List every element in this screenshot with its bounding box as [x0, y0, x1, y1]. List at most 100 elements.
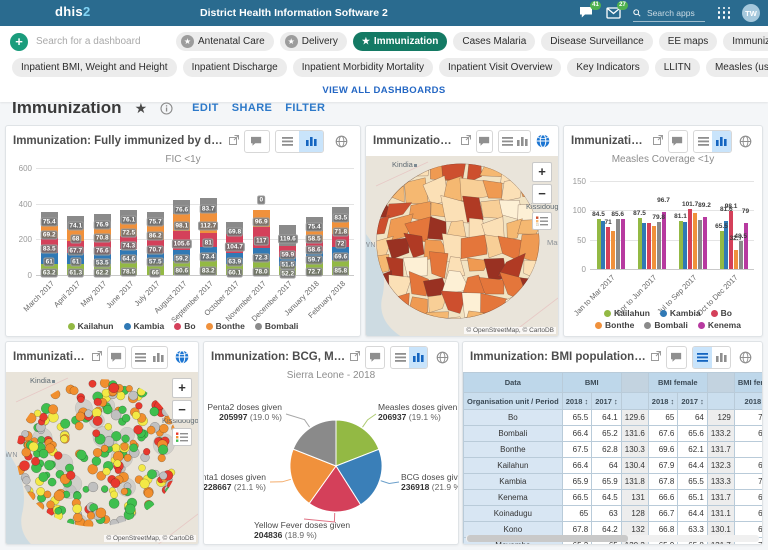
view-as-table-button[interactable]	[694, 131, 712, 152]
measles-dot-map[interactable]: Kindia FREETOWN Kissidougou + − © OpenSt…	[6, 372, 198, 544]
view-as-table-button[interactable]	[132, 347, 150, 368]
value-cell: 133.2	[707, 426, 734, 442]
table-sort-header[interactable]: 2017 ↕	[592, 393, 622, 410]
chart-chat-button[interactable]	[668, 130, 688, 153]
inbox-icon[interactable]: 27	[606, 6, 622, 20]
dashboard-chip-cases-malaria[interactable]: Cases Malaria	[453, 32, 535, 51]
dashboard-chip-ee-maps[interactable]: EE maps	[659, 32, 718, 51]
chart-chat-button[interactable]	[107, 346, 127, 369]
messages-icon[interactable]: 41	[579, 6, 595, 20]
table-sort-header[interactable]: 2018 ↕	[734, 393, 762, 410]
view-as-map-button[interactable]	[173, 347, 191, 368]
open-in-app-icon[interactable]	[350, 348, 360, 366]
view-as-chart-button[interactable]	[515, 131, 530, 152]
table-scrollbar-thumb[interactable]	[467, 535, 628, 542]
map-zoom-out-button[interactable]: −	[532, 184, 552, 204]
view-all-dashboards-link[interactable]: VIEW ALL DASHBOARDS	[0, 84, 768, 102]
legend-item-bo[interactable]: Bo	[711, 308, 732, 318]
map-zoom-in-button[interactable]: +	[532, 162, 552, 182]
apps-search[interactable]	[633, 4, 705, 22]
chart-chat-button[interactable]	[244, 130, 270, 153]
info-icon[interactable]	[160, 102, 173, 115]
map-zoom-out-button[interactable]: −	[172, 400, 192, 420]
open-in-app-icon[interactable]	[229, 132, 239, 150]
chart-chat-button[interactable]	[666, 346, 687, 369]
legend-item-kailahun[interactable]: Kailahun	[68, 321, 114, 331]
dashboard-chip-llitn[interactable]: LLITN	[655, 58, 700, 77]
bar-label: 61.3	[67, 269, 84, 278]
table-sort-header[interactable]: 2018 ↕	[648, 393, 678, 410]
filter-button[interactable]: FILTER	[285, 102, 325, 114]
table-group-header[interactable]: Data	[464, 373, 563, 393]
open-in-app-icon[interactable]	[461, 132, 471, 150]
table-sort-header[interactable]: Organisation unit / Period	[464, 393, 563, 410]
map-legend-button[interactable]	[172, 428, 192, 446]
dashboard-chip-antenatal-care[interactable]: ★Antenatal Care	[176, 32, 274, 51]
bar-label: 84.5	[592, 211, 605, 218]
dashboard-chip-delivery[interactable]: ★Delivery	[280, 32, 347, 51]
bar-label: 73.4	[200, 253, 217, 262]
share-button[interactable]: SHARE	[232, 102, 273, 114]
dhis2-logo[interactable]: dhis2	[55, 4, 90, 19]
dot-map-svg	[6, 372, 198, 544]
legend-item-bombali[interactable]: Bombali	[255, 321, 299, 331]
map-zoom-in-button[interactable]: +	[172, 378, 192, 398]
map-legend-button[interactable]	[532, 212, 552, 230]
dashboard-chip-inpatient-bmi-weight-and-height[interactable]: Inpatient BMI, Weight and Height	[12, 58, 177, 77]
table-group-header[interactable]: BMI female	[648, 373, 707, 393]
legend-item-kailahun[interactable]: Kailahun	[604, 308, 650, 318]
apps-search-input[interactable]	[645, 7, 705, 19]
value-cell: 66.5	[734, 426, 762, 442]
table-scrollbar[interactable]	[466, 535, 759, 542]
legend-item-kambia[interactable]: Kambia	[660, 308, 701, 318]
open-in-app-icon[interactable]	[653, 132, 663, 150]
view-as-chart-button[interactable]	[712, 347, 731, 368]
favorite-star-icon[interactable]: ★	[135, 100, 148, 117]
view-as-map-button[interactable]	[737, 131, 755, 152]
view-as-map-button[interactable]	[433, 347, 451, 368]
view-as-chart-button[interactable]	[712, 131, 730, 152]
view-as-map-button[interactable]	[329, 131, 353, 152]
dashboard-chip-key-indicators[interactable]: Key Indicators	[567, 58, 648, 77]
legend-item-kenema[interactable]: Kenema	[698, 320, 741, 330]
dashboard-chip-measles-user-org-unit-[interactable]: Measles (user org unit)	[706, 58, 768, 77]
open-in-app-icon[interactable]	[651, 348, 661, 366]
apps-grid-icon[interactable]	[718, 7, 731, 20]
open-in-app-icon[interactable]	[92, 348, 102, 366]
chart-chat-button[interactable]	[476, 130, 493, 153]
table-group-header[interactable]: BMI female under 5 y	[734, 373, 762, 393]
dashboard-chip-disease-surveillance[interactable]: Disease Surveillance	[541, 32, 652, 51]
edit-button[interactable]: EDIT	[192, 102, 219, 114]
view-as-map-button[interactable]	[736, 347, 755, 368]
dashboard-chip-inpatient-morbidity-mortality[interactable]: Inpatient Morbidity Mortality	[293, 58, 433, 77]
avatar[interactable]: TW	[742, 4, 760, 22]
legend-item-bo[interactable]: Bo	[174, 321, 195, 331]
view-as-table-button[interactable]	[499, 131, 514, 152]
legend-item-bonthe[interactable]: Bonthe	[206, 321, 245, 331]
table-group-header[interactable]	[707, 373, 734, 393]
table-group-header[interactable]: BMI	[562, 373, 621, 393]
view-as-chart-button[interactable]	[150, 347, 168, 368]
table-sort-header[interactable]	[707, 393, 734, 410]
view-as-table-button[interactable]	[276, 131, 300, 152]
table-group-header[interactable]	[621, 373, 648, 393]
view-as-table-button[interactable]	[693, 347, 712, 368]
dashboard-chip-immunization[interactable]: ★Immunization	[353, 32, 448, 51]
table-sort-header[interactable]	[621, 393, 648, 410]
view-as-table-button[interactable]	[391, 347, 409, 368]
penta3-map[interactable]: Kindia FREETOWN Kissidougou Mamou + − © …	[366, 156, 558, 336]
legend-item-bonthe[interactable]: Bonthe	[595, 320, 634, 330]
table-sort-header[interactable]: 2018 ↕	[562, 393, 592, 410]
dashboard-chip-inpatient-discharge[interactable]: Inpatient Discharge	[183, 58, 287, 77]
dashboard-search-input[interactable]	[34, 35, 170, 48]
view-as-chart-button[interactable]	[409, 347, 427, 368]
view-as-map-button[interactable]	[536, 131, 551, 152]
new-dashboard-button[interactable]: +	[10, 33, 28, 51]
dashboard-chip-immunization-data[interactable]: Immunization data	[723, 32, 768, 51]
view-as-chart-button[interactable]	[299, 131, 323, 152]
legend-item-kambia[interactable]: Kambia	[124, 321, 165, 331]
legend-item-bombali[interactable]: Bombali	[644, 320, 688, 330]
dashboard-chip-inpatient-visit-overview[interactable]: Inpatient Visit Overview	[439, 58, 561, 77]
table-sort-header[interactable]: 2017 ↕	[678, 393, 708, 410]
chart-chat-button[interactable]	[365, 346, 385, 369]
